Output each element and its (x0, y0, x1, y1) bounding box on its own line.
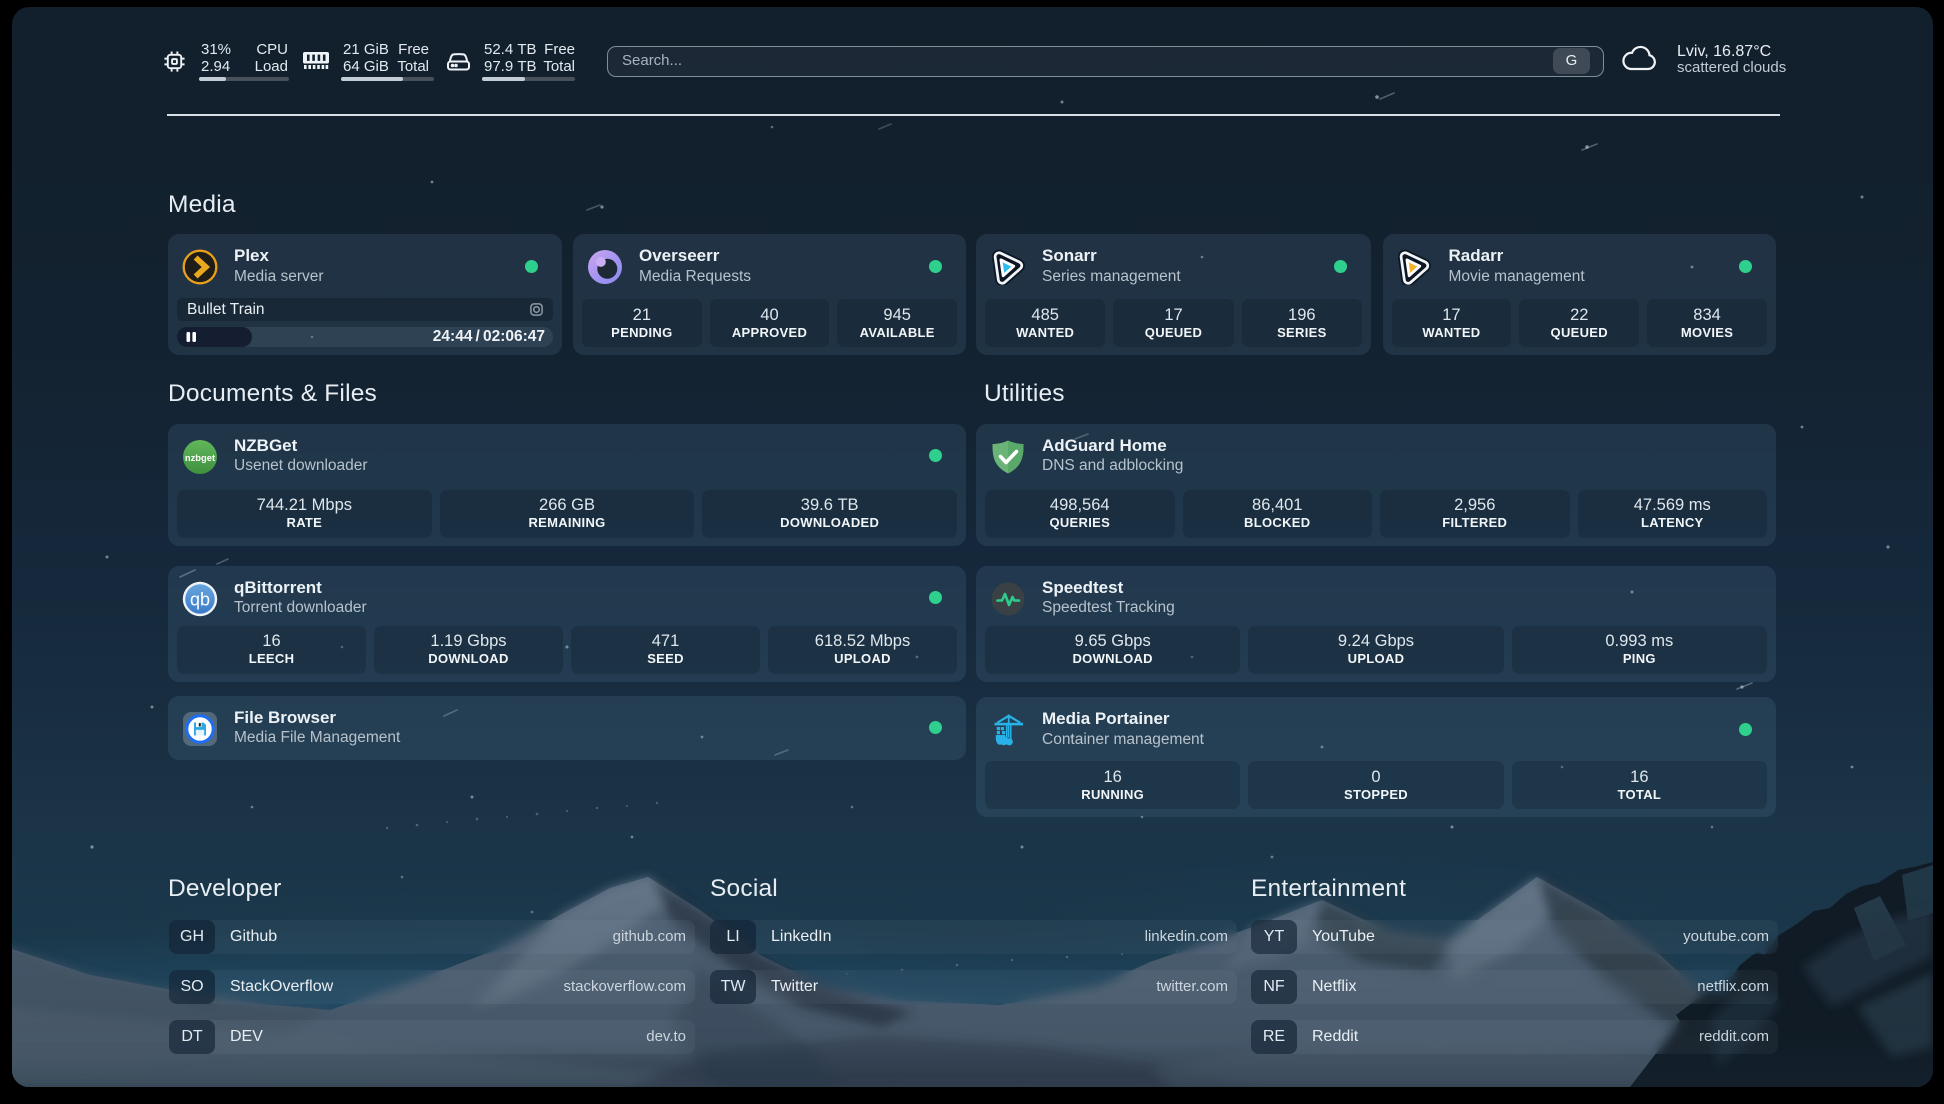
svg-text:nzbget: nzbget (184, 451, 214, 462)
svg-text:qb: qb (189, 589, 209, 609)
